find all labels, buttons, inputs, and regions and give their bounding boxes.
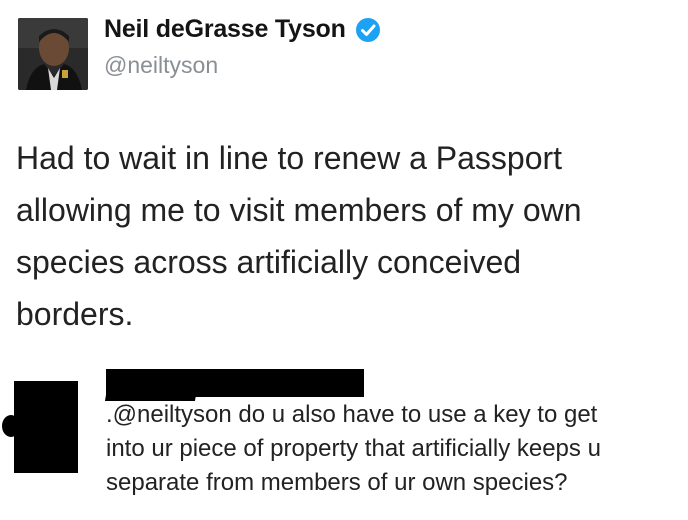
reply-text: .@neiltyson do u also have to use a key … [106, 398, 686, 500]
tweet-text-line: borders. [16, 296, 134, 332]
avatar-photo-icon [18, 18, 88, 90]
reply-tweet: .@neiltyson do u also have to use a key … [0, 365, 688, 520]
reply-text-line: separate from members of ur own species? [106, 469, 568, 496]
redacted-avatar [2, 381, 78, 473]
reply-text-line: .@neiltyson do u also have to use a key … [106, 401, 598, 428]
author-avatar[interactable] [18, 18, 88, 90]
tweet-card: Neil deGrasse Tyson @neiltyson Had to wa… [0, 0, 688, 350]
tweet-text: Had to wait in line to renew a Passport … [16, 132, 676, 340]
tweet-text-line: Had to wait in line to renew a Passport [16, 140, 563, 176]
author-handle[interactable]: @neiltyson [104, 52, 218, 79]
reply-text-line: into ur piece of property that artificia… [106, 435, 601, 462]
tweet-text-line: species across artificially conceived [16, 244, 522, 280]
verified-badge-icon [354, 16, 382, 44]
tweet-text-line: allowing me to visit members of my own [16, 192, 582, 228]
author-name[interactable]: Neil deGrasse Tyson [104, 15, 346, 44]
author-name-row: Neil deGrasse Tyson [104, 15, 382, 44]
redacted-username [106, 369, 364, 397]
